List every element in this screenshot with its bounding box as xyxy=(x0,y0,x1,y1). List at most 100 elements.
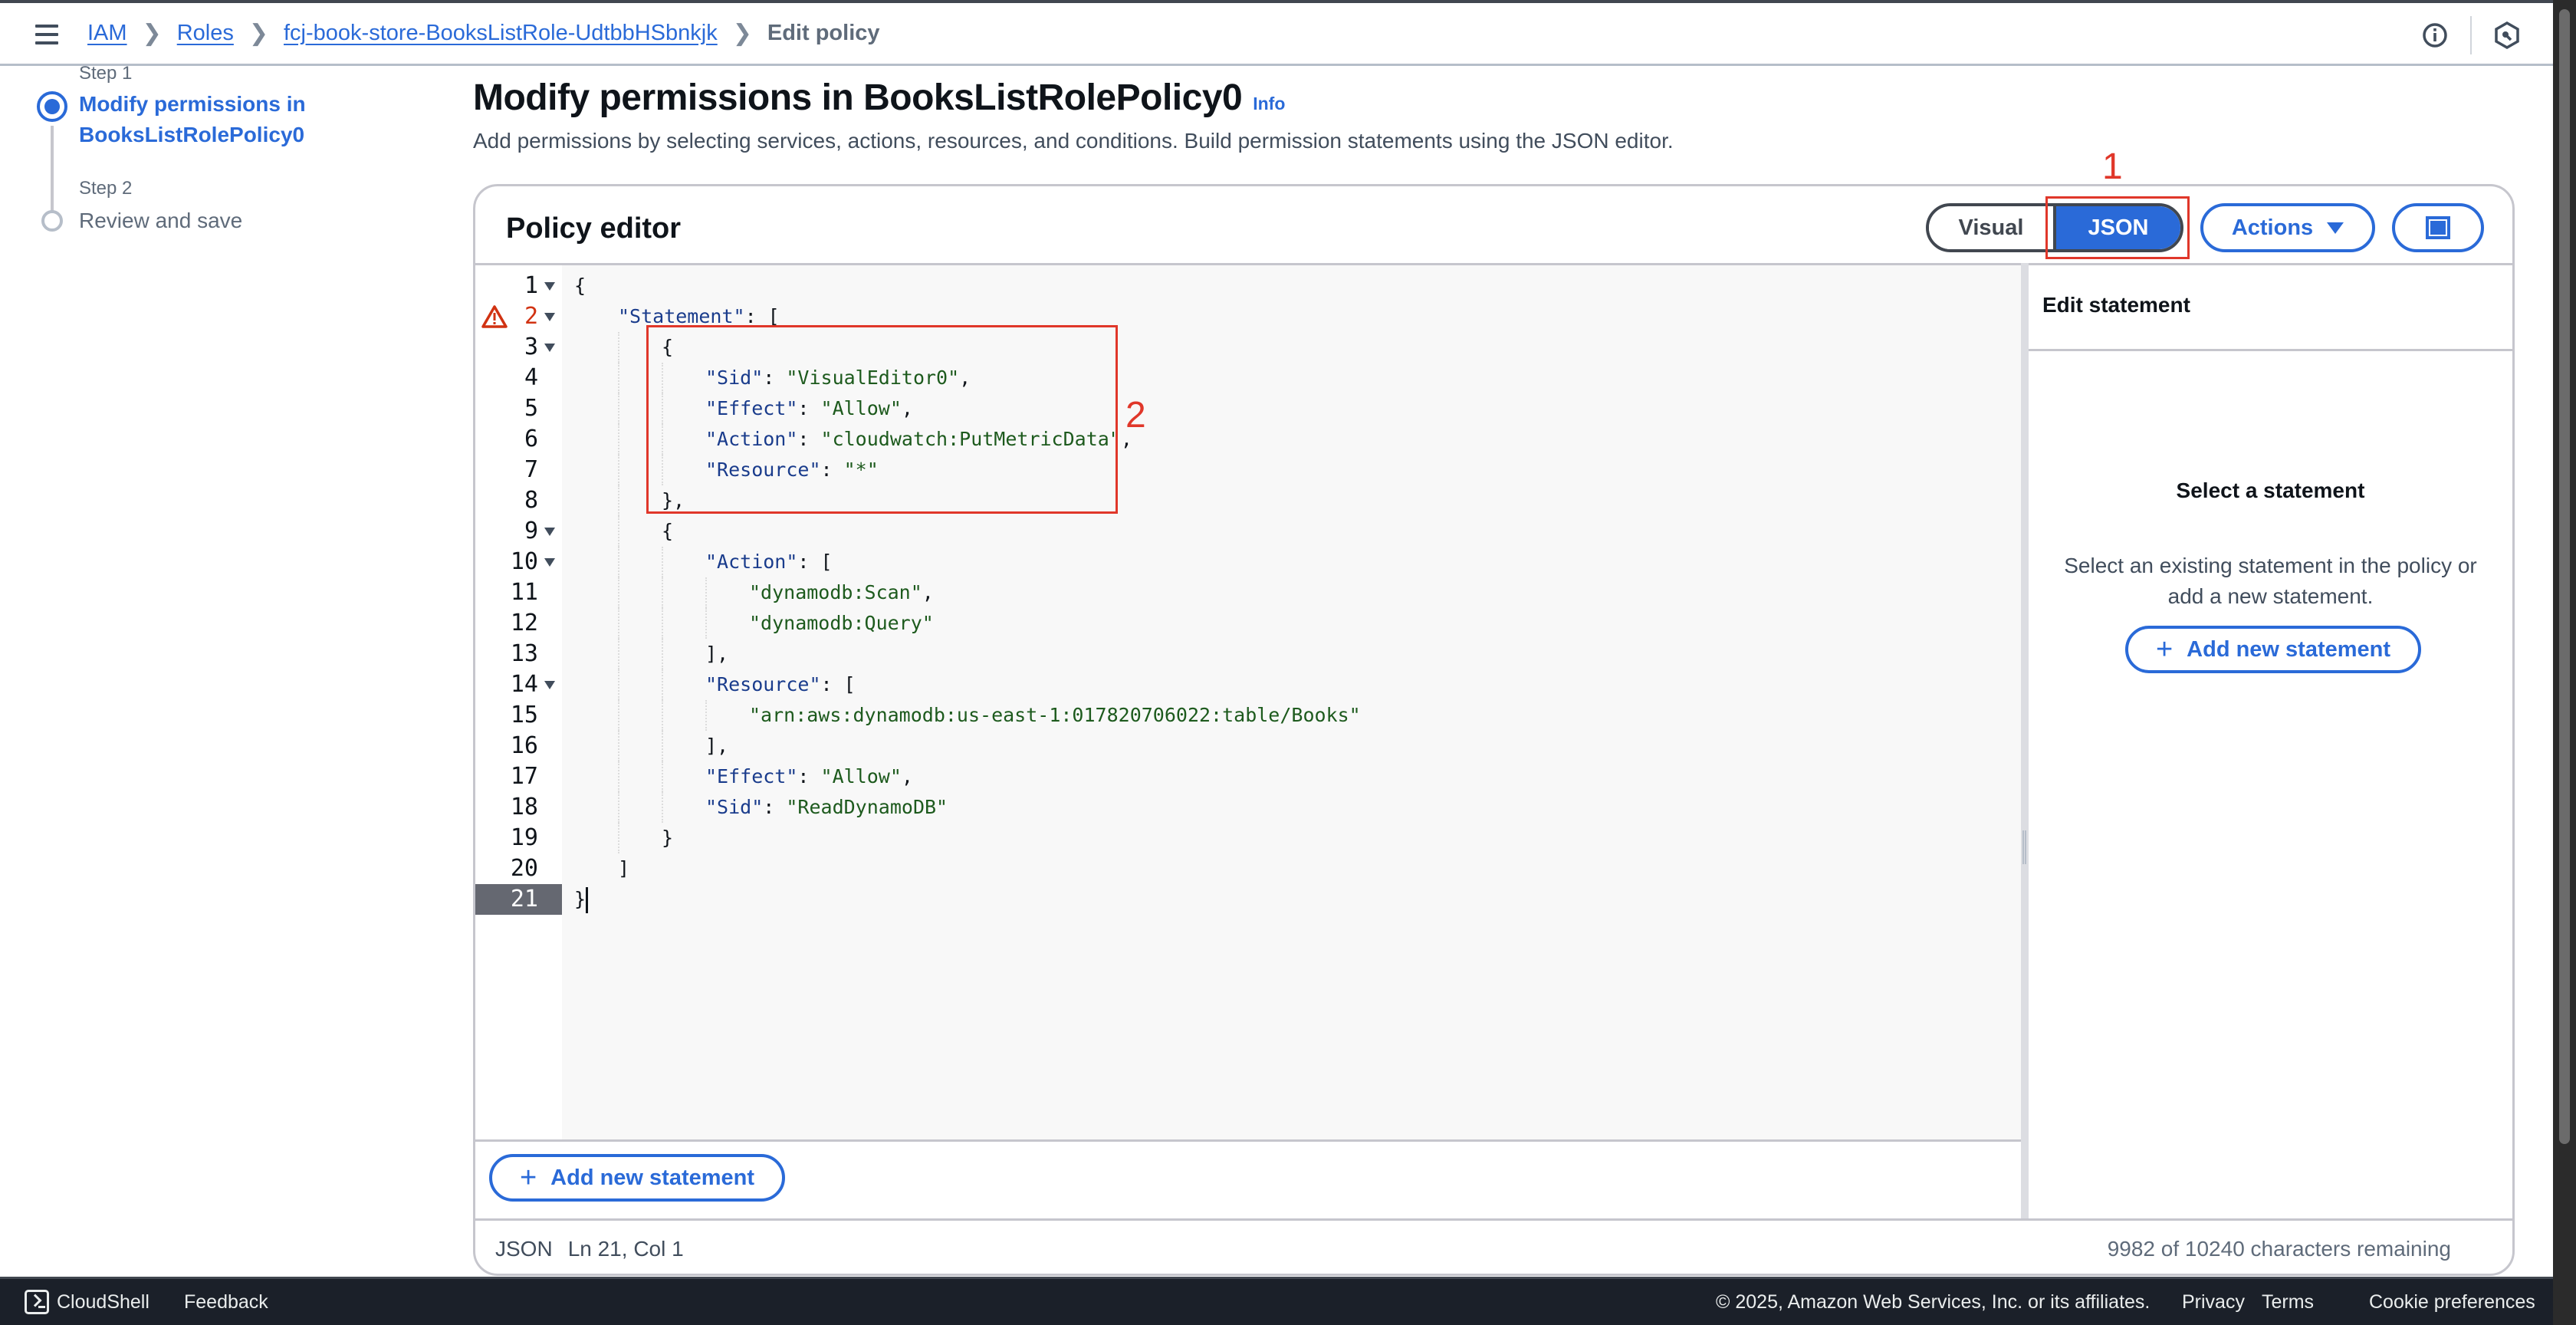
step-inactive-indicator xyxy=(41,210,63,232)
line-number: 20 xyxy=(510,855,538,882)
indent-guide xyxy=(618,792,619,823)
indent-guide xyxy=(618,669,619,700)
code-line-text: "dynamodb:Query" xyxy=(749,608,934,639)
json-punctuation: } xyxy=(574,888,586,910)
json-key: "Resource" xyxy=(705,459,821,481)
code-line-text: "arn:aws:dynamodb:us-east-1:017820706022… xyxy=(749,700,1361,731)
line-number: 16 xyxy=(510,732,538,759)
panel-splitter[interactable] xyxy=(2021,263,2029,1220)
code-line-text: }, xyxy=(662,485,685,516)
json-string: "ReadDynamoDB" xyxy=(786,796,948,818)
indent-guide xyxy=(662,639,663,669)
menu-icon[interactable] xyxy=(35,25,58,44)
editor-mode-toggle: Visual JSON xyxy=(1926,203,2183,252)
add-new-statement-button-panel[interactable]: + Add new statement xyxy=(2125,626,2421,673)
line-number: 9 xyxy=(524,518,538,544)
json-mode-button[interactable]: JSON xyxy=(2056,206,2180,249)
json-punctuation: ], xyxy=(705,735,729,757)
line-number: 12 xyxy=(510,610,538,636)
json-string: "VisualEditor0" xyxy=(786,367,960,389)
fold-toggle-icon[interactable] xyxy=(544,313,555,321)
info-link[interactable]: Info xyxy=(1253,94,1285,113)
settings-hexagon-icon[interactable] xyxy=(2492,20,2522,51)
code-line-text: ], xyxy=(705,639,728,669)
code-line-text: "Effect": "Allow", xyxy=(705,393,913,424)
top-navigation-bar: IAM ❯ Roles ❯ fcj-book-store-BooksListRo… xyxy=(0,0,2553,66)
edit-statement-header: Edit statement xyxy=(2029,265,2512,351)
indent-guide xyxy=(662,577,663,608)
json-code-editor[interactable]: 1{2 "Statement": [3{4 "Sid": "VisualEditor… xyxy=(475,263,2021,1142)
indent-guide xyxy=(705,577,707,608)
cloudshell-icon[interactable] xyxy=(25,1290,49,1314)
json-key: "Sid" xyxy=(705,796,764,818)
json-punctuation: ] xyxy=(618,857,630,879)
feedback-link[interactable]: Feedback xyxy=(184,1291,268,1313)
json-punctuation: , xyxy=(901,397,913,419)
indent-guide xyxy=(662,363,663,393)
divider xyxy=(2470,16,2472,54)
add-statement-label: Add new statement xyxy=(550,1165,755,1190)
indent-guide xyxy=(618,823,619,853)
terms-link[interactable]: Terms xyxy=(2262,1291,2314,1313)
line-number: 13 xyxy=(510,640,538,667)
json-punctuation: : xyxy=(797,428,821,450)
fullscreen-button[interactable] xyxy=(2392,203,2484,252)
cookie-preferences-link[interactable]: Cookie preferences xyxy=(2369,1291,2535,1313)
breadcrumb-roles[interactable]: Roles xyxy=(177,21,234,46)
step-2-title: Review and save xyxy=(79,209,243,232)
code-line-text: "Effect": "Allow", xyxy=(705,761,913,792)
info-circle-icon[interactable] xyxy=(2420,20,2450,51)
empty-state-title: Select a statement xyxy=(2176,478,2365,502)
privacy-link[interactable]: Privacy xyxy=(2182,1291,2245,1313)
window-scrollbar[interactable] xyxy=(2553,0,2576,1325)
status-language: JSON xyxy=(495,1237,553,1261)
indent-guide xyxy=(618,639,619,669)
breadcrumb-current: Edit policy xyxy=(767,21,880,45)
code-line-text: ], xyxy=(705,731,728,761)
line-number: 8 xyxy=(524,487,538,514)
actions-dropdown-button[interactable]: Actions xyxy=(2200,203,2375,252)
line-number: 11 xyxy=(510,579,538,606)
line-number: 6 xyxy=(524,426,538,452)
empty-state-description: Select an existing statement in the poli… xyxy=(2064,554,2477,608)
json-string: "dynamodb:Scan" xyxy=(749,581,922,603)
breadcrumb-role[interactable]: fcj-book-store-BooksListRole-UdtbbHSbnkj… xyxy=(284,21,718,46)
fold-toggle-icon[interactable] xyxy=(544,344,555,352)
chevron-right-icon: ❯ xyxy=(732,21,752,46)
step-active-indicator xyxy=(37,91,67,122)
annotation-number-1: 1 xyxy=(2102,146,2123,187)
indent-guide xyxy=(618,608,619,639)
indent-guide xyxy=(618,577,619,608)
fold-toggle-icon[interactable] xyxy=(544,282,555,291)
breadcrumb-iam[interactable]: IAM xyxy=(87,21,127,46)
fold-toggle-icon[interactable] xyxy=(544,528,555,536)
line-number: 15 xyxy=(510,702,538,728)
json-punctuation: : xyxy=(763,367,787,389)
json-punctuation: ], xyxy=(705,643,729,665)
page-title: Modify permissions in BooksListRolePolic… xyxy=(473,77,1285,119)
page-description: Add permissions by selecting services, a… xyxy=(473,129,1674,153)
json-string: "arn:aws:dynamodb:us-east-1:017820706022… xyxy=(749,704,1361,726)
step-1-title[interactable]: Modify permissions in BooksListRolePolic… xyxy=(79,89,332,150)
fold-toggle-icon[interactable] xyxy=(544,558,555,567)
indent-guide xyxy=(618,332,619,363)
add-new-statement-button[interactable]: + Add new statement xyxy=(489,1154,785,1202)
text-cursor xyxy=(586,887,589,913)
line-number: 7 xyxy=(524,456,538,483)
actions-label: Actions xyxy=(2231,215,2314,240)
indent-guide xyxy=(618,700,619,731)
visual-mode-button[interactable]: Visual xyxy=(1929,206,2056,249)
indent-guide xyxy=(618,547,619,577)
code-line-text: { xyxy=(574,271,586,301)
code-line-text: } xyxy=(574,884,589,915)
warning-icon[interactable] xyxy=(481,304,508,333)
code-line-text: } xyxy=(662,823,673,853)
line-number: 14 xyxy=(510,671,538,698)
splitter-grip-icon[interactable] xyxy=(2022,830,2026,864)
fold-toggle-icon[interactable] xyxy=(544,681,555,689)
json-punctuation: , xyxy=(922,581,934,603)
indent-guide xyxy=(662,700,663,731)
indent-guide xyxy=(662,547,663,577)
breadcrumb: IAM ❯ Roles ❯ fcj-book-store-BooksListRo… xyxy=(87,20,880,47)
cloudshell-link[interactable]: CloudShell xyxy=(57,1291,150,1313)
